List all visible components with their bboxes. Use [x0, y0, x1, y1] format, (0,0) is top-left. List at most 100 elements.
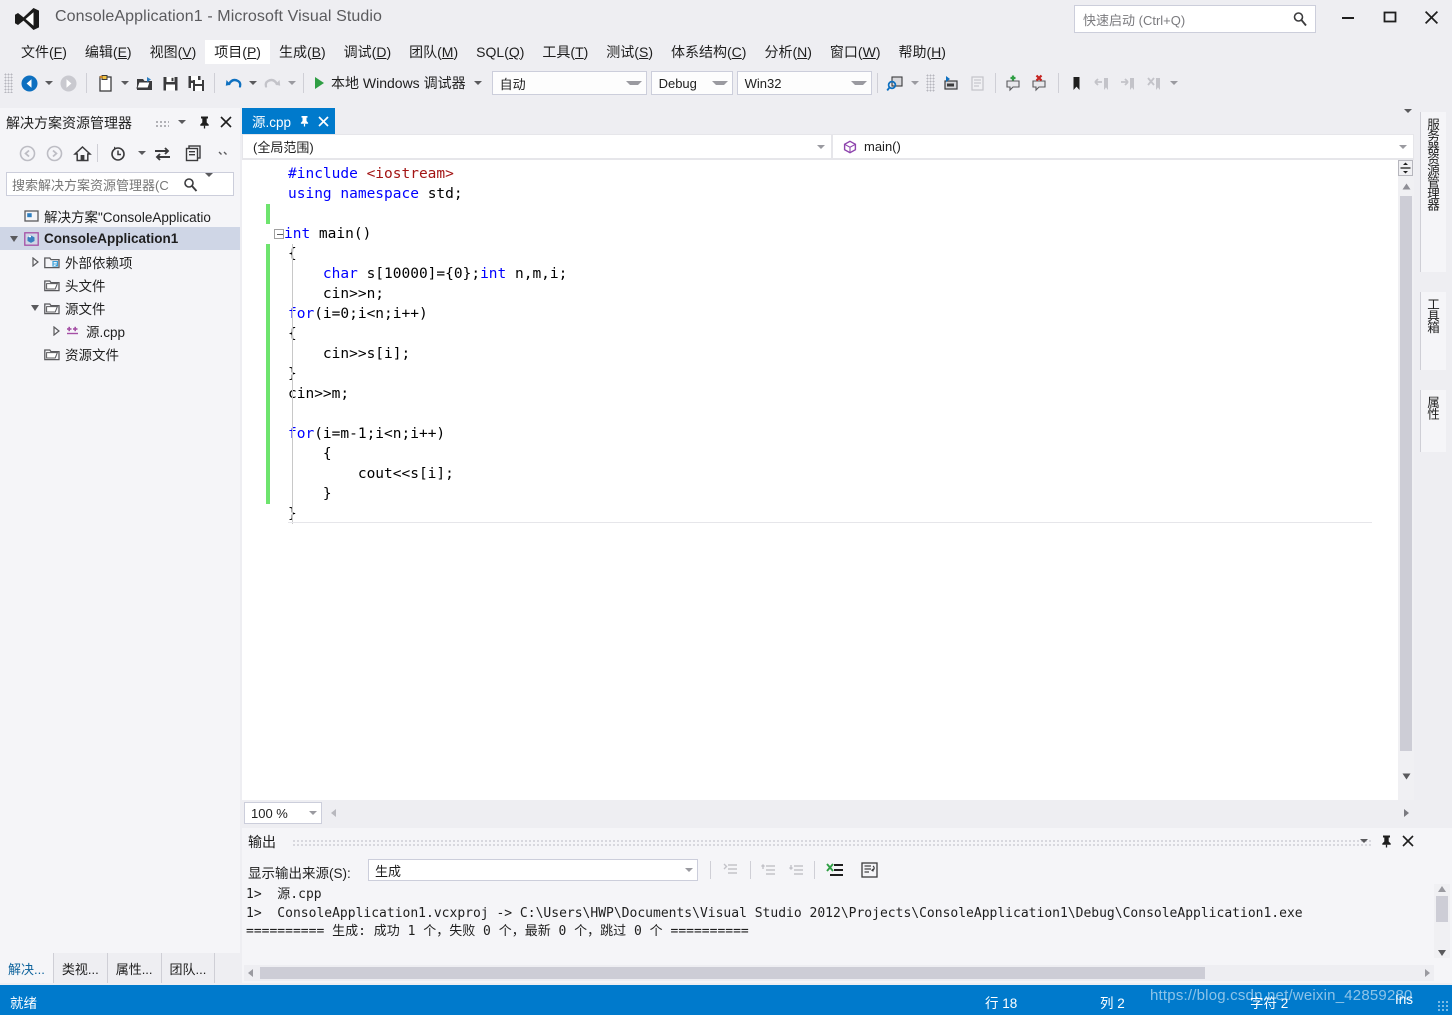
search-icon[interactable] — [1291, 10, 1309, 28]
navigate-back-dropdown[interactable] — [42, 71, 55, 95]
split-view-icon[interactable] — [1398, 160, 1413, 176]
back-icon[interactable] — [15, 141, 39, 165]
find-dropdown[interactable] — [909, 71, 922, 95]
code-line[interactable] — [242, 204, 1372, 224]
pending-changes-icon[interactable] — [106, 141, 130, 165]
right-tool-tab-1[interactable]: 工具箱 — [1420, 292, 1446, 370]
open-file-icon[interactable] — [131, 71, 157, 95]
next-bookmark-icon[interactable] — [1116, 71, 1142, 95]
code-line[interactable]: } — [242, 484, 1372, 504]
scroll-thumb[interactable] — [1400, 196, 1412, 751]
right-tool-tab-2[interactable]: 属性 — [1420, 390, 1446, 452]
solution-explorer-search-input[interactable]: 搜索解决方案资源管理器(C — [6, 172, 234, 196]
minimize-button[interactable] — [1325, 0, 1370, 34]
search-options-dropdown[interactable] — [205, 173, 213, 191]
code-line[interactable]: for(i=0;i<n;i++) — [242, 304, 1372, 324]
expander-toggle-icon[interactable] — [27, 304, 43, 311]
tab-list-dropdown[interactable] — [1404, 109, 1412, 127]
configuration-combo[interactable]: Debug — [650, 71, 733, 95]
undo-dropdown[interactable] — [246, 71, 259, 95]
maximize-button[interactable] — [1367, 0, 1412, 34]
sync-with-active-document-icon[interactable] — [150, 141, 174, 165]
toolbar-grip[interactable] — [4, 73, 13, 93]
code-line[interactable]: cin>>m; — [242, 384, 1372, 404]
close-icon[interactable] — [1398, 831, 1418, 851]
scroll-thumb[interactable] — [260, 967, 1205, 979]
clear-bookmarks-icon[interactable] — [1142, 71, 1168, 95]
scroll-right-arrow[interactable] — [1398, 805, 1414, 821]
new-project-dropdown[interactable] — [118, 71, 131, 95]
scope-combo[interactable]: (全局范围) — [242, 134, 832, 159]
code-line[interactable]: cin>>s[i]; — [242, 344, 1372, 364]
code-line[interactable]: } — [242, 364, 1372, 384]
toolbar-overflow-icon[interactable] — [1168, 71, 1181, 95]
editor-horizontal-scrollbar[interactable] — [326, 805, 1414, 821]
code-editor[interactable]: #include <iostream> using namespace std; i… — [242, 160, 1414, 800]
previous-bookmark-icon[interactable] — [1090, 71, 1116, 95]
code-line[interactable]: using namespace std; — [242, 184, 1372, 204]
redo-dropdown[interactable] — [285, 71, 298, 95]
expander-toggle-icon[interactable] — [48, 325, 64, 336]
code-line[interactable]: for(i=m-1;i<n;i++) — [242, 424, 1372, 444]
expander-toggle-icon[interactable] — [27, 256, 43, 267]
comment-selection-icon[interactable] — [964, 71, 990, 95]
chevron-down-icon[interactable] — [473, 81, 482, 85]
menu-item-11[interactable]: 分析(N) — [755, 40, 820, 64]
scroll-up-arrow[interactable] — [1438, 886, 1446, 892]
scroll-down-arrow[interactable] — [1398, 768, 1414, 784]
navigate-back-icon[interactable] — [16, 71, 42, 95]
tool-tab-3[interactable]: 团队... — [162, 953, 216, 983]
scroll-left-arrow[interactable] — [326, 805, 342, 821]
code-line[interactable] — [242, 404, 1372, 424]
menu-item-13[interactable]: 帮助(H) — [889, 40, 954, 64]
code-line[interactable]: char s[10000]={0};int n,m,i; — [242, 264, 1372, 284]
code-line[interactable]: { — [242, 244, 1372, 264]
navigate-to-icon[interactable] — [938, 71, 964, 95]
document-tab-source-cpp[interactable]: 源.cpp — [242, 108, 336, 134]
pin-icon[interactable] — [194, 112, 214, 132]
menu-item-4[interactable]: 生成(B) — [270, 40, 335, 64]
menu-item-6[interactable]: 团队(M) — [400, 40, 467, 64]
find-in-files-icon[interactable] — [883, 71, 909, 95]
code-line[interactable]: int main() — [242, 224, 1372, 244]
zoom-level-combo[interactable]: 100 % — [244, 802, 322, 824]
menu-item-1[interactable]: 编辑(E) — [76, 40, 141, 64]
remove-comment-icon[interactable] — [1027, 71, 1053, 95]
code-line[interactable]: { — [242, 444, 1372, 464]
code-content[interactable]: #include <iostream> using namespace std; i… — [242, 164, 1372, 524]
bookmark-icon[interactable] — [1064, 71, 1090, 95]
forward-icon[interactable] — [42, 141, 66, 165]
find-message-icon[interactable] — [718, 859, 744, 881]
code-line[interactable]: cin>>n; — [242, 284, 1372, 304]
scroll-left-arrow[interactable] — [244, 969, 258, 977]
right-tool-tab-0[interactable]: 服务器资源管理器 — [1420, 112, 1446, 272]
code-line[interactable]: } — [242, 504, 1372, 524]
fold-collapse-icon[interactable] — [274, 229, 284, 239]
next-message-icon[interactable] — [784, 859, 810, 881]
add-comment-icon[interactable] — [1001, 71, 1027, 95]
platform-combo[interactable]: Win32 — [736, 71, 872, 95]
tree-item-1[interactable]: ConsoleApplication1 — [0, 227, 240, 250]
member-combo[interactable]: main() — [832, 134, 1414, 159]
home-icon[interactable] — [70, 141, 94, 165]
scroll-thumb[interactable] — [1436, 896, 1448, 922]
pin-icon[interactable] — [299, 115, 310, 127]
menu-item-0[interactable]: 文件(F) — [12, 40, 76, 64]
menu-item-7[interactable]: SQL(Q) — [467, 40, 533, 64]
platform-target-combo[interactable]: 自动 — [491, 71, 647, 95]
scroll-up-arrow[interactable] — [1398, 178, 1414, 194]
toggle-word-wrap-icon[interactable] — [856, 859, 882, 881]
scroll-right-arrow[interactable] — [1420, 969, 1434, 977]
resize-grip[interactable] — [1437, 1000, 1449, 1012]
navigate-forward-icon[interactable] — [55, 71, 81, 95]
code-line[interactable]: #include <iostream> — [242, 164, 1372, 184]
tree-item-5[interactable]: 源.cpp — [0, 319, 240, 342]
show-all-files-icon[interactable] — [180, 141, 204, 165]
output-vertical-scrollbar[interactable] — [1434, 884, 1450, 958]
code-line[interactable]: { — [242, 324, 1372, 344]
expander-toggle-icon[interactable] — [6, 235, 22, 242]
menu-item-10[interactable]: 体系结构(C) — [662, 40, 755, 64]
menu-item-2[interactable]: 视图(V) — [141, 40, 206, 64]
toolbar-grip[interactable] — [925, 74, 935, 92]
panel-drag-handle[interactable] — [155, 120, 169, 127]
